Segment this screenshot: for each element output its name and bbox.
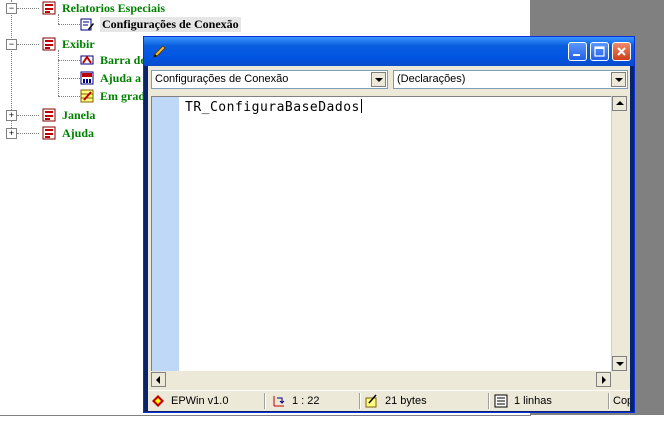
minimize-button[interactable]: [568, 42, 587, 61]
tree-item-barra[interactable]: Barra de: [80, 52, 146, 68]
status-extra: Copy: [613, 393, 630, 409]
scroll-up-button[interactable]: [612, 96, 627, 111]
collapse-toggle[interactable]: −: [6, 3, 17, 14]
tree-connector: [17, 133, 39, 134]
close-icon: [617, 47, 626, 56]
bottom-margin: [0, 416, 664, 443]
close-button[interactable]: [612, 42, 631, 61]
status-separator: [359, 393, 361, 409]
scroll-right-button[interactable]: [596, 372, 611, 387]
tree-item-label: Configurações de Conexão: [100, 16, 241, 32]
tree-item-ajuda-a[interactable]: Ajuda a: [80, 70, 141, 86]
status-lines: 1 linhas: [494, 393, 604, 409]
status-separator: [488, 393, 490, 409]
expand-toggle[interactable]: +: [6, 110, 17, 121]
module-icon: [42, 126, 56, 140]
grid-icon: [80, 89, 94, 103]
tree-connector: [58, 96, 80, 97]
editor-client-area: Configurações de Conexão (Declarações) T…: [148, 66, 630, 411]
app-diamond-icon: [152, 395, 164, 407]
tree-item-ajuda[interactable]: Ajuda: [42, 125, 94, 141]
lines-icon: [494, 394, 508, 408]
procedure-combobox[interactable]: (Declarações): [393, 70, 628, 89]
toolbar-icon: [80, 55, 94, 65]
tree-connector: [17, 44, 39, 45]
bytes-icon: [365, 394, 377, 408]
tree-item-label: Ajuda a: [100, 70, 142, 85]
cursor-position-icon: [273, 396, 285, 407]
tree-connector: [17, 8, 39, 9]
code-text: TR_ConfiguraBaseDados: [185, 100, 360, 115]
status-extra-text: Copy: [613, 395, 630, 407]
tree-item-relatorios-especiais[interactable]: Relatorios Especiais: [42, 0, 165, 16]
tree-item-exibir[interactable]: Exibir: [42, 36, 95, 52]
expand-toggle[interactable]: +: [6, 128, 17, 139]
pencil-icon: [153, 45, 166, 58]
tree-item-label: Relatorios Especiais: [62, 0, 165, 15]
window-titlebar[interactable]: [144, 37, 634, 66]
help-icon: [80, 71, 94, 85]
object-combobox[interactable]: Configurações de Conexão: [151, 70, 388, 89]
status-app: EPWin v1.0: [151, 393, 261, 409]
tree-item-label: Ajuda: [62, 125, 95, 140]
status-separator: [608, 393, 610, 409]
module-icon: [42, 108, 56, 122]
collapse-toggle[interactable]: −: [6, 39, 17, 50]
tree-item-label: Janela: [62, 107, 96, 122]
scroll-left-button[interactable]: [151, 372, 166, 387]
status-position-text: 1 : 22: [292, 395, 320, 407]
tree-item-label: Exibir: [62, 36, 95, 51]
text-caret: [360, 99, 362, 113]
tree-item-label: Barra de: [100, 52, 146, 67]
status-lines-text: 1 linhas: [514, 395, 552, 407]
tree-item-label: Em grad: [100, 88, 145, 103]
horizontal-scrollbar[interactable]: [151, 371, 611, 388]
tree-item-em-grade[interactable]: Em grad: [80, 88, 145, 104]
status-size-text: 21 bytes: [385, 395, 427, 407]
tree-item-configuracoes-de-conexao[interactable]: Configurações de Conexão: [80, 16, 241, 32]
tree-connector: [58, 24, 80, 25]
code-line: TR_ConfiguraBaseDados: [185, 99, 362, 115]
chevron-down-icon[interactable]: [371, 72, 386, 87]
minimize-icon: [573, 54, 580, 56]
tree-connector: [58, 60, 80, 61]
status-position: 1 : 22: [272, 393, 357, 409]
object-combobox-value: Configurações de Conexão: [155, 73, 289, 85]
code-text-area[interactable]: TR_ConfiguraBaseDados: [151, 96, 611, 371]
tree-connector: [58, 78, 80, 79]
chevron-down-icon[interactable]: [611, 72, 626, 87]
status-separator: [264, 393, 266, 409]
tree-connector: [17, 115, 39, 116]
tree-connector: [58, 50, 59, 96]
scroll-down-button[interactable]: [612, 356, 627, 371]
status-size: 21 bytes: [365, 393, 485, 409]
edit-document-icon: [80, 18, 94, 31]
procedure-combobox-value: (Declarações): [397, 73, 466, 85]
code-editor-window: Configurações de Conexão (Declarações) T…: [143, 36, 635, 413]
maximize-icon: [594, 46, 605, 57]
vertical-scrollbar[interactable]: [611, 96, 628, 371]
module-icon: [42, 37, 56, 51]
status-bar: EPWin v1.0 1 : 22 21 bytes 1 linhas Co: [148, 390, 630, 411]
status-app-text: EPWin v1.0: [171, 395, 229, 407]
maximize-button[interactable]: [590, 42, 609, 61]
tree-item-janela[interactable]: Janela: [42, 107, 95, 123]
module-icon: [42, 1, 56, 15]
editor-gutter: [152, 97, 179, 371]
